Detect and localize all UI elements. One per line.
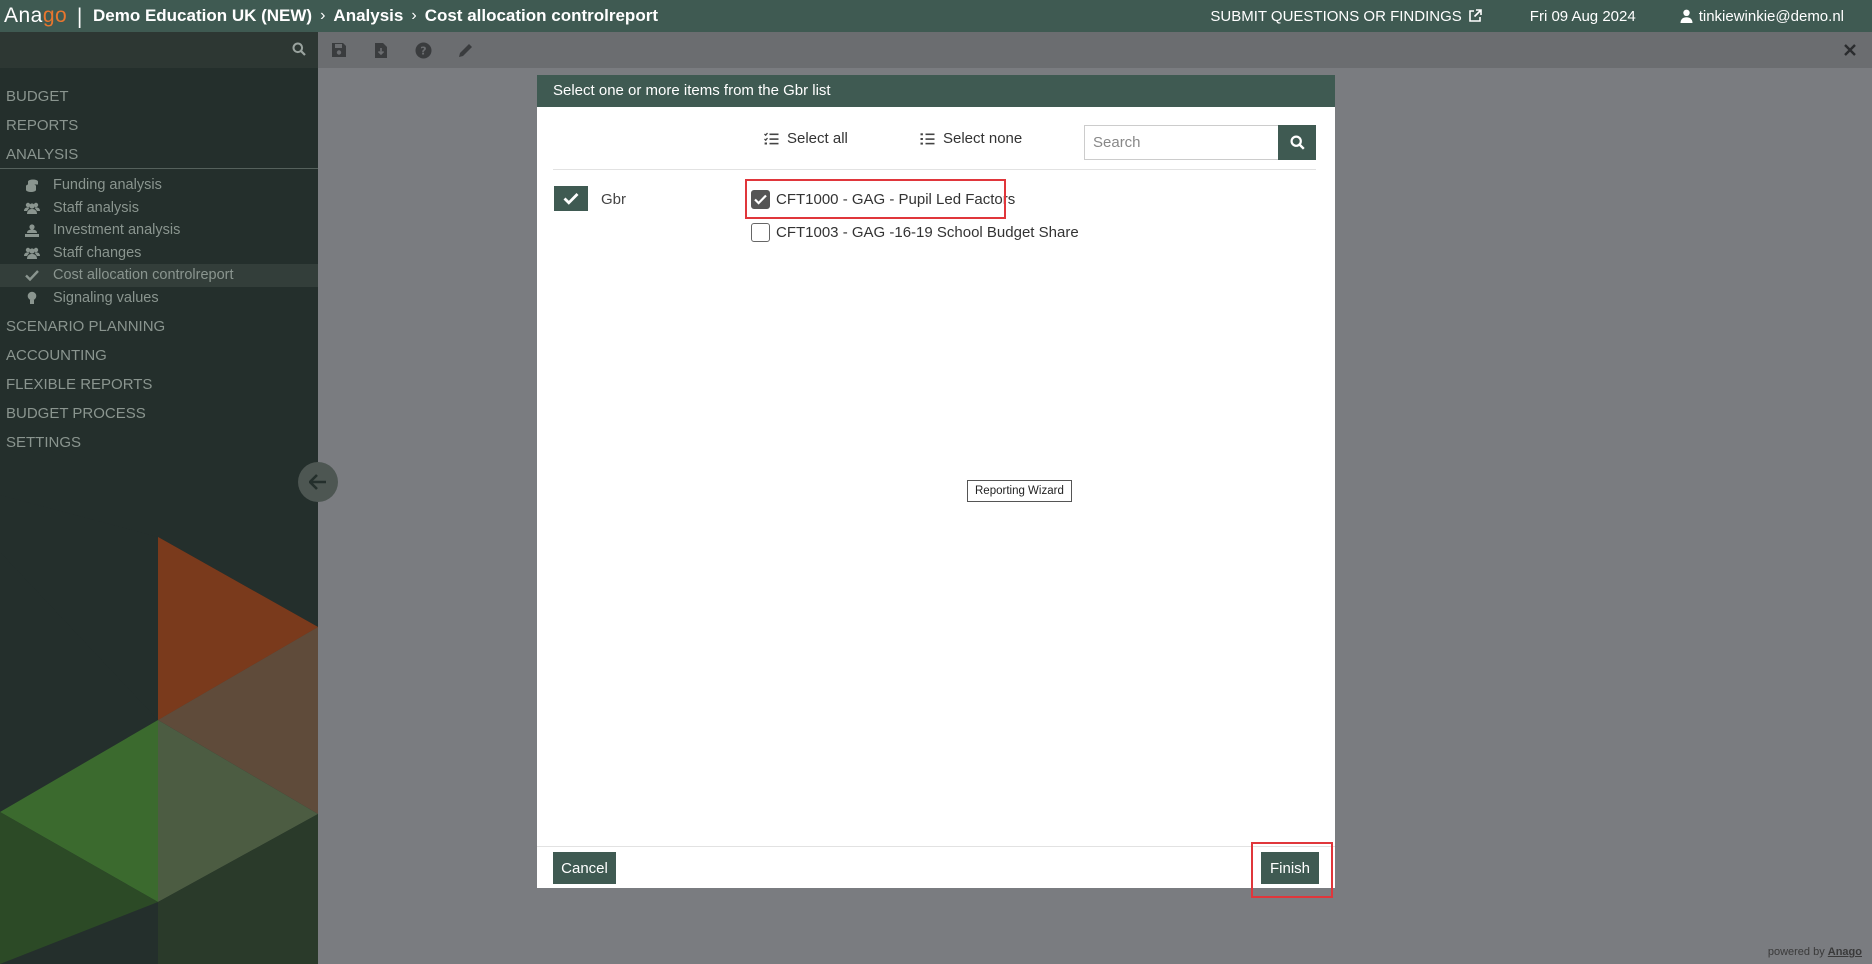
logo-text: Ana (4, 4, 43, 27)
top-bar: Anago | Demo Education UK (NEW) › Analys… (0, 0, 1872, 32)
download-button[interactable] (360, 32, 402, 68)
sidebar: BUDGET REPORTS ANALYSIS Funding analysis… (0, 32, 318, 964)
edit-icon (458, 43, 472, 57)
edit-button[interactable] (444, 32, 486, 68)
close-button[interactable] (1838, 38, 1862, 62)
checkbox-checked[interactable] (751, 190, 770, 209)
nav-item-label: Investment analysis (53, 222, 181, 239)
arrow-left-icon (309, 474, 326, 490)
anago-brand-link[interactable]: Anago (1828, 946, 1862, 958)
current-date: Fri 09 Aug 2024 (1529, 7, 1636, 25)
nav-item-label: Staff analysis (53, 199, 139, 216)
nav-item-label: Funding analysis (53, 177, 162, 193)
sidebar-nav: BUDGET REPORTS ANALYSIS Funding analysis… (0, 82, 318, 457)
submit-findings-label: SUBMIT QUESTIONS OR FINDINGS (1210, 7, 1462, 25)
nav-group-reports[interactable]: REPORTS (0, 111, 318, 140)
gbr-selection-dialog: Select one or more items from the Gbr li… (537, 75, 1335, 898)
cancel-button[interactable]: Cancel (553, 852, 616, 884)
nav-item-funding-analysis[interactable]: Funding analysis (0, 174, 318, 197)
user-hand-icon (24, 223, 40, 237)
finish-button[interactable]: Finish (1261, 852, 1319, 884)
submit-findings-link[interactable]: SUBMIT QUESTIONS OR FINDINGS (1210, 7, 1482, 25)
user-email: tinkiewinkie@demo.nl (1698, 7, 1844, 25)
nav-group-budget[interactable]: BUDGET (0, 82, 318, 111)
nav-item-cost-allocation-controlreport[interactable]: Cost allocation controlreport (0, 264, 318, 287)
sidebar-search[interactable] (0, 32, 318, 68)
nav-group-accounting[interactable]: ACCOUNTING (0, 341, 318, 370)
nav-group-budget-process[interactable]: BUDGET PROCESS (0, 399, 318, 428)
dialog-title: Select one or more items from the Gbr li… (537, 75, 1335, 107)
nav-group-settings[interactable]: SETTINGS (0, 428, 318, 457)
check-list-icon (764, 132, 779, 145)
powered-by-label: powered by (1767, 946, 1825, 958)
select-all-button[interactable]: Select all (764, 130, 848, 147)
svg-text:?: ? (420, 44, 426, 57)
select-none-button[interactable]: Select none (920, 130, 1022, 147)
users-icon (24, 246, 40, 260)
user-menu[interactable]: tinkiewinkie@demo.nl (1680, 8, 1844, 25)
coins-icon (24, 178, 40, 192)
nav-item-investment-analysis[interactable]: Investment analysis (0, 219, 318, 242)
breadcrumb-chevron-icon: › (320, 7, 326, 24)
nav-group-analysis[interactable]: ANALYSIS (0, 140, 318, 169)
divider (553, 169, 1316, 170)
check-icon (563, 193, 579, 205)
divider (537, 846, 1335, 847)
help-icon: ? (415, 42, 431, 58)
search-icon (1289, 135, 1305, 150)
breadcrumb-chevron-icon: › (411, 7, 417, 24)
list-item-cft1000[interactable]: CFT1000 - GAG - Pupil Led Factors (751, 190, 1015, 209)
breadcrumb: Demo Education UK (NEW) › Analysis › Cos… (93, 6, 658, 26)
check-icon (754, 194, 767, 205)
collapse-sidebar-button[interactable] (298, 462, 338, 502)
users-icon (24, 201, 40, 215)
breadcrumb-item-organization[interactable]: Demo Education UK (NEW) (93, 6, 312, 26)
logo-separator: | (76, 4, 83, 28)
close-icon (1844, 44, 1856, 56)
nav-group-flexible-reports[interactable]: FLEXIBLE REPORTS (0, 370, 318, 399)
gbr-group-toggle[interactable] (554, 186, 588, 211)
search-input[interactable] (1084, 125, 1278, 160)
nav-item-staff-analysis[interactable]: Staff analysis (0, 197, 318, 220)
save-icon (332, 43, 346, 57)
select-all-label: Select all (787, 130, 848, 147)
reporting-wizard-tooltip: Reporting Wizard (967, 480, 1072, 502)
help-button[interactable]: ? (402, 32, 444, 68)
nav-item-staff-changes[interactable]: Staff changes (0, 242, 318, 265)
search-icon (292, 42, 306, 56)
nav-item-signaling-values[interactable]: Signaling values (0, 287, 318, 310)
toolbar: ? (318, 32, 1872, 68)
search-button[interactable] (1278, 125, 1316, 160)
external-link-icon (1468, 9, 1482, 22)
select-none-label: Select none (943, 130, 1023, 147)
logo[interactable]: Anago (0, 4, 67, 28)
nav-item-label: Signaling values (53, 289, 159, 306)
breadcrumb-item-page: Cost allocation controlreport (424, 6, 658, 25)
list-item-cft1003[interactable]: CFT1003 - GAG -16-19 School Budget Share (751, 223, 1079, 242)
list-icon (920, 133, 935, 145)
download-icon (375, 42, 387, 58)
user-icon (1680, 9, 1693, 23)
logo-accent-text: go (42, 4, 68, 27)
list-item-label: CFT1003 - GAG -16-19 School Budget Share (776, 224, 1079, 241)
save-button[interactable] (318, 32, 360, 68)
powered-by-footer: powered by Anago (1768, 946, 1862, 958)
gbr-group-label: Gbr (601, 191, 627, 208)
dialog-toolbar: Select all Select none (537, 107, 1335, 165)
checkbox-unchecked[interactable] (751, 223, 770, 242)
nav-item-label: Cost allocation controlreport (53, 267, 234, 284)
analysis-submenu: Funding analysis Staff analysis Investme… (0, 169, 318, 312)
breadcrumb-item-section[interactable]: Analysis (333, 6, 403, 26)
nav-item-label: Staff changes (53, 244, 142, 261)
list-item-label: CFT1000 - GAG - Pupil Led Factors (776, 191, 1016, 208)
lightbulb-icon (24, 291, 40, 305)
check-icon (24, 268, 40, 282)
nav-group-scenario-planning[interactable]: SCENARIO PLANNING (0, 312, 318, 341)
